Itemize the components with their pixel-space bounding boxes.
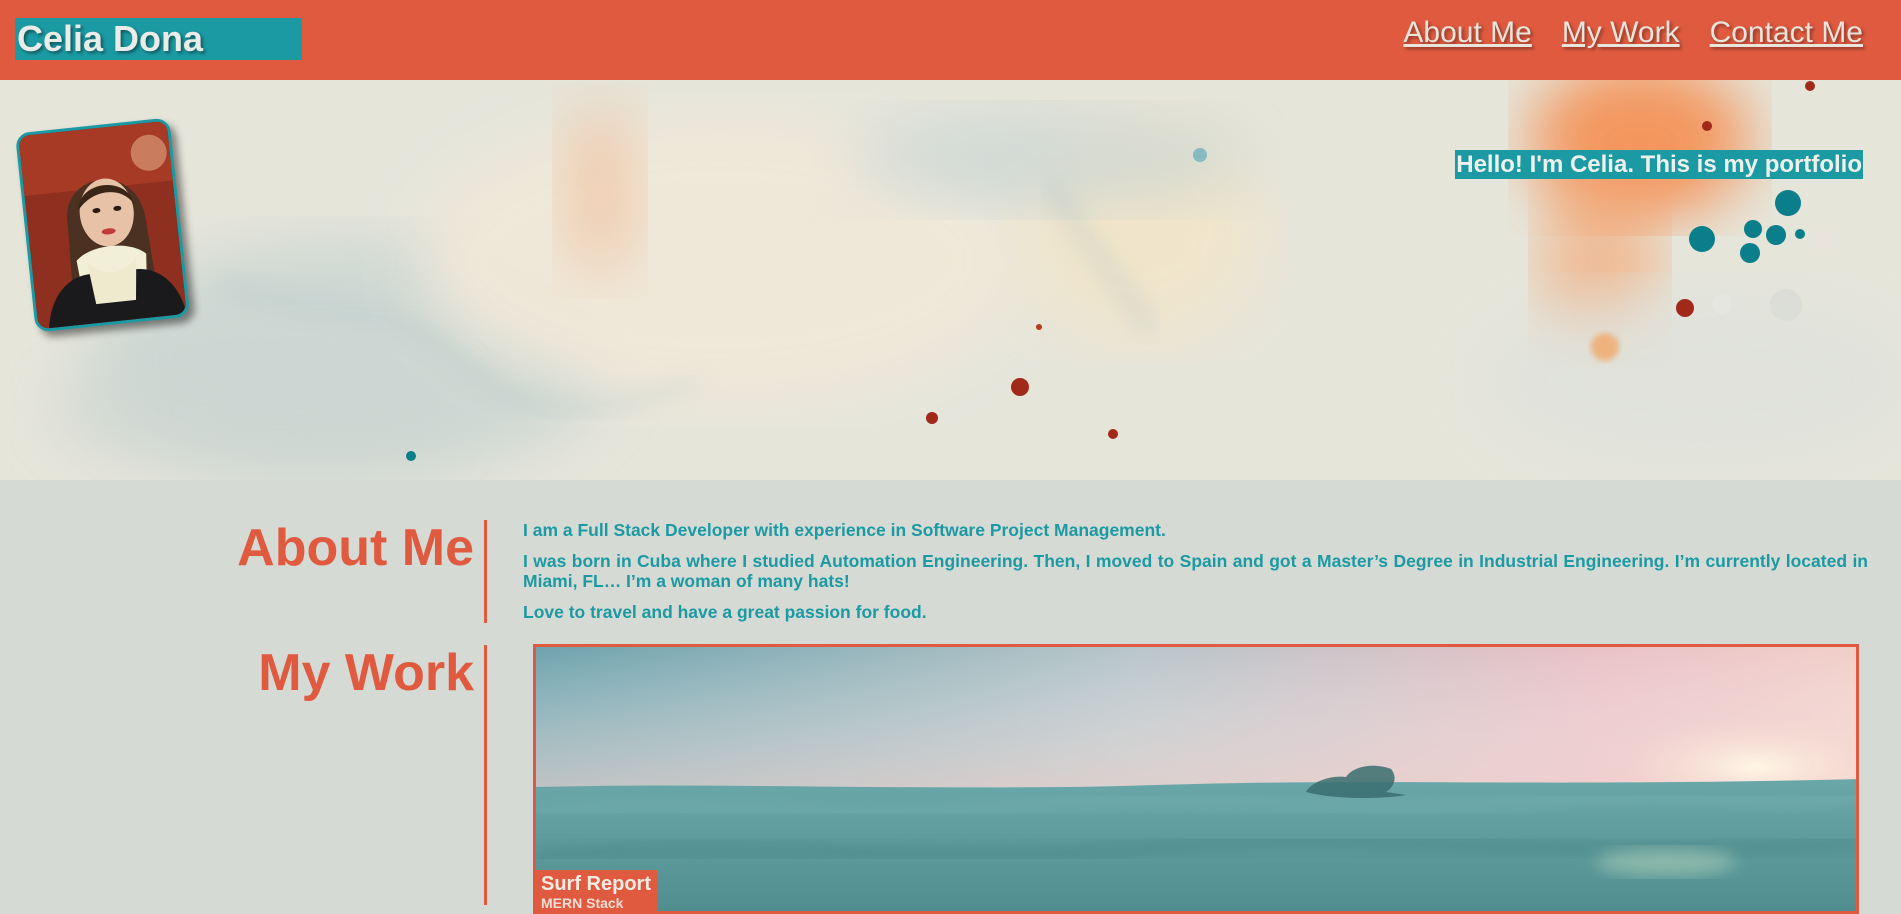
- project-caption: Surf Report MERN Stack: [536, 870, 657, 911]
- about-paragraph: Love to travel and have a great passion …: [523, 602, 927, 622]
- project-thumbnail: [536, 647, 1856, 911]
- about-paragraph: I am a Full Stack Developer with experie…: [523, 520, 1166, 540]
- site-brand[interactable]: Celia Dona: [15, 18, 302, 60]
- about-section-title: About Me: [237, 519, 474, 577]
- nav-link-contact-me[interactable]: Contact Me: [1710, 16, 1863, 50]
- project-title: Surf Report: [541, 873, 651, 895]
- about-divider: [484, 520, 487, 623]
- about-text: I am a Full Stack Developer with experie…: [523, 520, 1868, 622]
- hero-greeting: Hello! I'm Celia. This is my portfolio: [1455, 150, 1863, 179]
- main-nav: About Me My Work Contact Me: [1403, 16, 1863, 50]
- profile-photo: [14, 117, 191, 333]
- project-subtitle: MERN Stack: [541, 895, 624, 911]
- work-section-title: My Work: [258, 644, 474, 702]
- site-header: Celia Dona About Me My Work Contact Me: [0, 0, 1901, 80]
- project-card-surf-report[interactable]: Surf Report MERN Stack: [533, 644, 1859, 914]
- portrait-illustration: [18, 120, 191, 333]
- hero-background-art: [0, 80, 1901, 480]
- nav-link-about-me[interactable]: About Me: [1403, 16, 1531, 50]
- hero-banner: Hello! I'm Celia. This is my portfolio: [0, 80, 1901, 480]
- work-divider: [484, 645, 487, 905]
- about-paragraph: I was born in Cuba where I studied Autom…: [523, 551, 1868, 591]
- nav-link-my-work[interactable]: My Work: [1562, 16, 1680, 50]
